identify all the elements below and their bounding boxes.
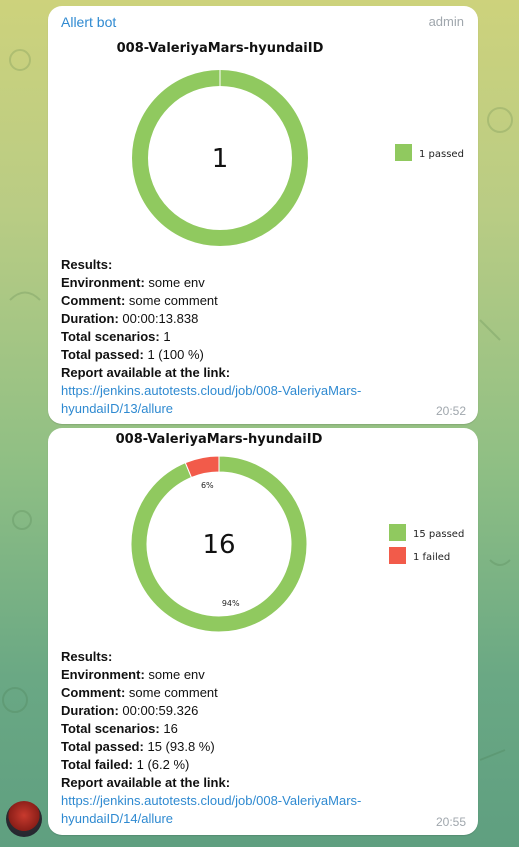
failed-value: 1 (6.2 %) <box>136 757 190 772</box>
comment-value: some comment <box>128 685 218 700</box>
results-pie-chart: 008-ValeriyaMars-hyundaiID 1 1 passed <box>117 41 464 246</box>
comment-label: Comment: <box>61 685 126 700</box>
chart-center-total: 16 <box>202 530 235 560</box>
legend-label: 1 failed <box>413 552 450 563</box>
report-link[interactable]: https://jenkins.autotests.cloud/job/008-… <box>61 792 391 828</box>
pie-slice-failed <box>184 455 220 479</box>
report-label: Report available at the link: <box>61 365 231 380</box>
report-label: Report available at the link: <box>61 775 231 790</box>
results-heading: Results: <box>61 649 113 664</box>
message-bubble: Allert bot admin 008-ValeriyaMars-hyunda… <box>48 6 478 424</box>
failed-label: Total failed: <box>61 757 133 772</box>
passed-value: 1 (100 %) <box>147 347 204 362</box>
report-link[interactable]: https://jenkins.autotests.cloud/job/008-… <box>61 382 391 418</box>
duration-label: Duration: <box>61 311 119 326</box>
sender-name[interactable]: Allert bot <box>61 14 116 30</box>
results-text: Results: Environment: some env Comment: … <box>61 648 391 828</box>
chart-center-total: 1 <box>212 144 229 174</box>
duration-value: 00:00:59.326 <box>122 703 199 718</box>
environment-value: some env <box>148 275 205 290</box>
results-pie-chart: 008-ValeriyaMars-hyundaiID 94% 6% 16 15 pass… <box>116 432 464 633</box>
results-text: Results: Environment: some env Comment: … <box>61 256 391 418</box>
comment-label: Comment: <box>61 293 126 308</box>
duration-value: 00:00:13.838 <box>122 311 199 326</box>
scenarios-value: 16 <box>163 721 178 736</box>
environment-label: Environment: <box>61 667 145 682</box>
bot-avatar[interactable] <box>6 801 42 837</box>
legend-swatch <box>395 144 412 161</box>
results-heading: Results: <box>61 257 113 272</box>
passed-value: 15 (93.8 %) <box>147 739 215 754</box>
environment-value: some env <box>148 667 205 682</box>
slice-percent-label: 6% <box>201 481 214 490</box>
duration-label: Duration: <box>61 703 119 718</box>
legend-label: 15 passed <box>413 529 464 540</box>
comment-value: some comment <box>128 293 218 308</box>
legend-swatch <box>389 547 406 564</box>
scenarios-value: 1 <box>163 329 171 344</box>
scenarios-label: Total scenarios: <box>61 329 160 344</box>
chart-title: 008-ValeriyaMars-hyundaiID <box>116 432 323 447</box>
scenarios-label: Total scenarios: <box>61 721 160 736</box>
passed-label: Total passed: <box>61 347 144 362</box>
admin-badge: admin <box>428 14 464 29</box>
environment-label: Environment: <box>61 275 145 290</box>
message-time: 20:52 <box>435 404 466 418</box>
message-time: 20:55 <box>435 815 466 829</box>
chart-title: 008-ValeriyaMars-hyundaiID <box>117 41 324 56</box>
passed-label: Total passed: <box>61 739 144 754</box>
legend-swatch <box>389 524 406 541</box>
message-bubble: 008-ValeriyaMars-hyundaiID 94% 6% 16 15 pass… <box>48 428 478 835</box>
slice-percent-label: 94% <box>222 599 240 608</box>
legend-label: 1 passed <box>419 149 464 160</box>
